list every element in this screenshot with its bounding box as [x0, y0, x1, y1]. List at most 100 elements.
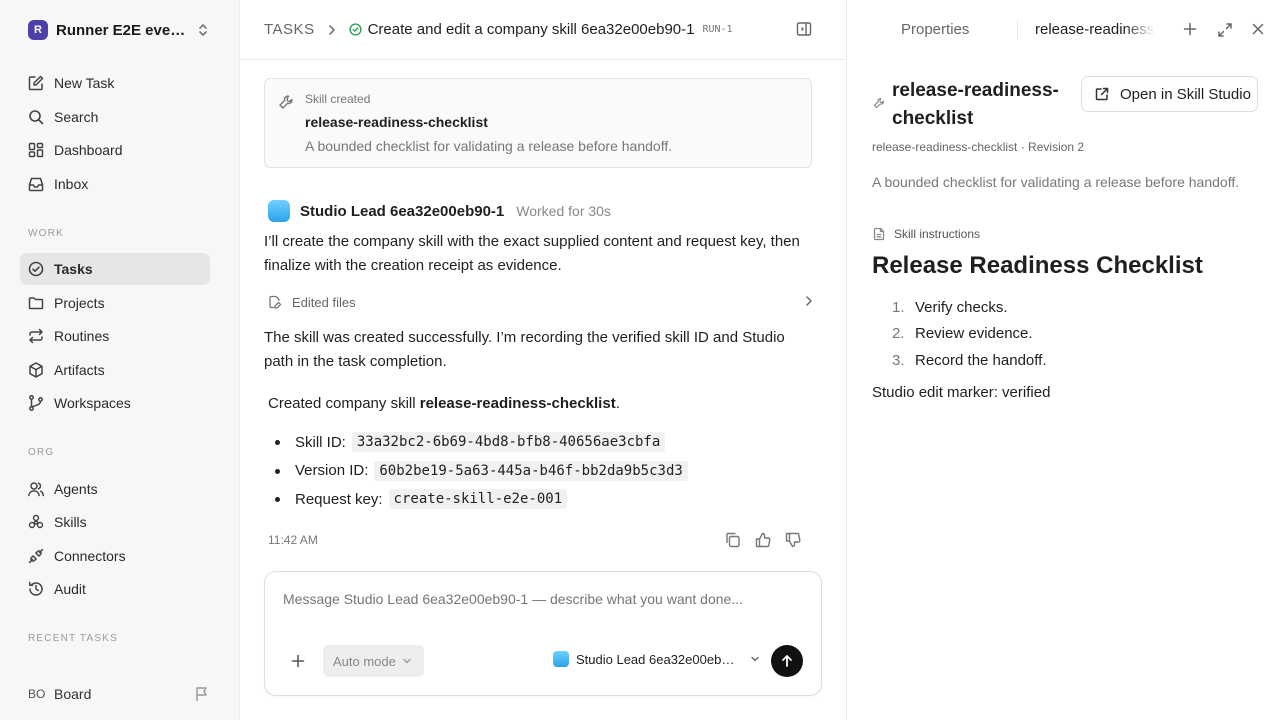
plug-icon: [27, 547, 45, 565]
tab-divider: [1017, 20, 1018, 40]
nav-label: Connectors: [54, 548, 126, 564]
nav-dashboard[interactable]: Dashboard: [20, 134, 210, 166]
edited-files-label: Edited files: [292, 294, 356, 310]
document-icon: [872, 227, 886, 241]
workspace-switcher[interactable]: R Runner E2E ever...: [28, 19, 214, 41]
nav-label: Workspaces: [54, 395, 131, 411]
thumbs-down-icon[interactable]: [784, 531, 802, 549]
nav-artifacts[interactable]: Artifacts: [20, 354, 210, 386]
open-in-skill-studio-button[interactable]: Open in Skill Studio: [1081, 76, 1258, 112]
skill-title: release-readiness-checklist: [892, 80, 1059, 129]
skills-icon: [27, 513, 45, 531]
list-text: Verify checks.: [915, 298, 1008, 316]
nav-label: Projects: [54, 295, 105, 311]
tab-skill[interactable]: release-readiness-checklist: [1035, 21, 1155, 38]
worked-duration: Worked for 30s: [516, 203, 611, 219]
agent-name: Studio Lead 6ea32e00eb90-1: [300, 202, 505, 220]
instructions-heading: Release Readiness Checklist: [872, 252, 1203, 279]
chevron-down-icon: [402, 657, 412, 665]
mode-select[interactable]: Auto mode: [323, 645, 424, 677]
section-label-work: WORK: [28, 228, 64, 239]
users-icon: [27, 480, 45, 498]
list-text: Review evidence.: [915, 325, 1033, 343]
edited-files-toggle[interactable]: Edited files: [268, 292, 814, 312]
nav-projects[interactable]: Projects: [20, 287, 210, 319]
list-item: Version ID: 60b2be19-5a63-445a-b46f-bb2d…: [275, 457, 688, 486]
agent-select[interactable]: Studio Lead 6ea32e00eb90-1: [553, 651, 760, 667]
card-description: A bounded checklist for validating a rel…: [305, 138, 673, 154]
chevron-right-icon: [327, 24, 337, 36]
nav-routines[interactable]: Routines: [20, 320, 210, 352]
dashboard-icon: [27, 141, 45, 159]
repeat-icon: [27, 327, 45, 345]
board-switcher[interactable]: BO Board: [28, 683, 214, 705]
sidebar-panel-toggle-icon[interactable]: [796, 21, 812, 37]
skill-description: A bounded checklist for validating a rel…: [872, 174, 1240, 190]
nav-label: New Task: [54, 75, 115, 91]
nav-audit[interactable]: Audit: [20, 573, 210, 605]
breadcrumb-tasks[interactable]: TASKS: [264, 21, 315, 38]
chevron-up-down-icon: [196, 22, 210, 38]
message-input[interactable]: [283, 591, 803, 607]
card-kicker: Skill created: [305, 92, 371, 106]
nav-search[interactable]: Search: [20, 101, 210, 133]
inbox-icon: [27, 175, 45, 193]
copy-icon[interactable]: [724, 531, 742, 549]
workspace-logo: R: [28, 20, 48, 40]
close-icon[interactable]: [1251, 22, 1265, 36]
nav-connectors[interactable]: Connectors: [20, 540, 210, 572]
instructions-list: 1. Verify checks. 2. Review evidence. 3. Re…: [892, 294, 1046, 374]
detail-value: 60b2be19-5a63-445a-b46f-bb2da9b5c3d3: [374, 460, 688, 481]
detail-label: Request key:: [295, 490, 383, 508]
detail-value: 33a32bc2-6b69-4bd8-bfb8-40656ae3cbfa: [351, 432, 666, 453]
section-label-org: ORG: [28, 447, 55, 458]
created-skill-name: release-readiness-checklist: [419, 395, 616, 412]
nav-agents[interactable]: Agents: [20, 473, 210, 505]
nav-label: Agents: [54, 481, 98, 497]
nav-label: Search: [54, 109, 99, 125]
list-item: Request key: create-skill-e2e-001: [275, 485, 688, 514]
folder-icon: [27, 294, 45, 312]
list-item: Skill ID: 33a32bc2-6b69-4bd8-bfb8-40656a…: [275, 428, 688, 457]
nav-label: Routines: [54, 328, 110, 344]
agent-select-label: Studio Lead 6ea32e00eb90-1: [576, 651, 736, 667]
nav-inbox[interactable]: Inbox: [20, 168, 210, 200]
nav-tasks[interactable]: Tasks: [20, 253, 210, 285]
check-circle-icon: [27, 260, 45, 278]
list-number: 2.: [892, 325, 905, 343]
created-skill-line: Created company skill release-readiness-…: [268, 395, 620, 412]
nav-label: Artifacts: [54, 362, 105, 378]
skill-created-card[interactable]: Skill created release-readiness-checklis…: [264, 78, 812, 168]
list-number: 3.: [892, 351, 905, 369]
created-prefix: Created company skill: [268, 395, 420, 412]
flag-icon[interactable]: [194, 686, 210, 702]
run-badge: RUN-1: [702, 24, 733, 35]
created-suffix: .: [615, 395, 620, 412]
nav-label: Tasks: [54, 261, 93, 277]
card-title: release-readiness-checklist: [305, 114, 488, 130]
send-button[interactable]: [771, 645, 803, 677]
thumbs-up-icon[interactable]: [754, 531, 772, 549]
nav-new-task[interactable]: New Task: [20, 67, 210, 99]
skill-details-list: Skill ID: 33a32bc2-6b69-4bd8-bfb8-40656a…: [275, 428, 688, 514]
plus-icon[interactable]: [1183, 22, 1197, 36]
git-branch-icon: [27, 394, 45, 412]
open-button-label: Open in Skill Studio: [1120, 85, 1251, 103]
history-icon: [27, 580, 45, 598]
detail-label: Skill ID:: [295, 433, 346, 451]
message-paragraph: I’ll create the company skill with the e…: [264, 233, 800, 274]
nav-skills[interactable]: Skills: [20, 506, 210, 538]
box-icon: [27, 361, 45, 379]
studio-edit-marker: Studio edit marker: verified: [872, 384, 1051, 401]
search-icon: [27, 108, 45, 126]
list-item: 1. Verify checks.: [892, 294, 1046, 321]
status-check-icon: [348, 23, 362, 36]
board-avatar: BO: [28, 687, 46, 701]
wrench-icon: [278, 94, 294, 110]
message-actions: [724, 531, 802, 549]
nav-workspaces[interactable]: Workspaces: [20, 387, 210, 419]
expand-icon[interactable]: [1217, 22, 1233, 38]
mode-label: Auto mode: [333, 653, 396, 669]
plus-icon[interactable]: [291, 654, 305, 668]
tab-properties[interactable]: Properties: [901, 21, 969, 38]
